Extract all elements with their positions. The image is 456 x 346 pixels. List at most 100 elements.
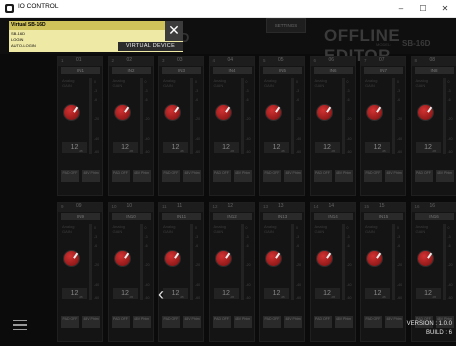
pad-button[interactable]: PAD OFF (364, 316, 382, 328)
maximize-button[interactable]: ☐ (412, 0, 434, 17)
gain-knob[interactable] (315, 104, 333, 121)
pad-button[interactable]: PAD OFF (162, 316, 180, 328)
analog-gain-label: Analog GAIN (415, 78, 428, 88)
gain-knob[interactable] (113, 250, 131, 267)
input-name[interactable]: IN11 (162, 213, 201, 220)
meter-scale-label: -40 (195, 283, 201, 287)
input-name[interactable]: IN6 (313, 67, 353, 74)
channel-code: 03 (177, 57, 183, 63)
phantom-power-button[interactable]: 48V Phtm (82, 170, 100, 182)
gain-knob[interactable] (164, 104, 181, 121)
gain-value[interactable]: 12 (163, 288, 188, 299)
pad-button[interactable]: PAD OFF (61, 316, 79, 328)
gain-knob[interactable] (214, 104, 232, 121)
gain-value[interactable]: 12 (112, 142, 138, 153)
input-name[interactable]: IN10 (111, 213, 151, 220)
input-name[interactable]: IN12 (212, 213, 252, 220)
gain-knob[interactable] (113, 104, 131, 121)
meter-scale-label: -60 (144, 150, 150, 154)
phantom-power-button[interactable]: 48V Phtm (334, 170, 353, 182)
analog-gain-label: Analog GAIN (112, 78, 125, 88)
settings-button[interactable]: SETTINGS (266, 18, 306, 33)
gain-knob[interactable] (63, 250, 80, 267)
gain-value[interactable]: 12 (163, 142, 188, 153)
gain-knob[interactable] (265, 104, 282, 121)
gain-value[interactable]: 12 (62, 142, 87, 153)
gain-knob[interactable] (214, 250, 232, 267)
gain-value[interactable]: 12 (62, 288, 87, 299)
input-name[interactable]: IN4 (212, 67, 252, 74)
phantom-power-button[interactable]: 48V Phtm (132, 170, 151, 182)
phantom-power-button[interactable]: 48V Phtm (82, 316, 100, 328)
input-name[interactable]: IN2 (111, 67, 151, 74)
input-name[interactable]: IN13 (263, 213, 302, 220)
input-name[interactable]: IN7 (364, 67, 403, 74)
gain-knob[interactable] (366, 250, 383, 267)
pad-button[interactable]: PAD OFF (61, 170, 79, 182)
channel-strip: 6 06 IN6 Analog GAIN 0 -3 -6 -20 -40 -60 12 dB PAD OF… (309, 56, 356, 196)
phantom-power-button[interactable]: 48V Phtm (435, 170, 454, 182)
gain-value[interactable]: 12 (112, 288, 138, 299)
pad-button[interactable]: PAD OFF (263, 316, 281, 328)
phantom-power-button[interactable]: 48V Phtm (233, 316, 252, 328)
gain-value[interactable]: 12 (264, 142, 289, 153)
gain-value[interactable]: 12 (415, 288, 441, 299)
pad-button[interactable]: PAD OFF (313, 316, 332, 328)
gain-value[interactable]: 12 (415, 142, 441, 153)
menu-icon[interactable] (13, 320, 27, 331)
phantom-power-button[interactable]: 48V Phtm (183, 316, 201, 328)
channel-code: 07 (379, 57, 385, 63)
chevron-left-icon[interactable]: ‹ (158, 284, 164, 305)
phantom-power-button[interactable]: 48V Phtm (233, 170, 252, 182)
pad-button[interactable]: PAD OFF (212, 316, 231, 328)
meter-scale-label: -60 (94, 150, 100, 154)
device-name[interactable]: Virtual SB-16D (9, 21, 165, 30)
close-window-button[interactable]: ✕ (434, 0, 456, 17)
gain-knob[interactable] (63, 104, 80, 121)
pad-button[interactable]: PAD OFF (263, 170, 281, 182)
virtual-device-button[interactable]: VIRTUAL DEVICE (118, 42, 183, 51)
phantom-power-button[interactable]: 48V Phtm (132, 316, 151, 328)
pad-button[interactable]: PAD OFF (212, 170, 231, 182)
phantom-power-button[interactable]: 48V Phtm (284, 316, 302, 328)
phantom-power-button[interactable]: 48V Phtm (385, 316, 403, 328)
input-name[interactable]: IN8 (414, 67, 454, 74)
gain-knob[interactable] (164, 250, 181, 267)
phantom-power-button[interactable]: 48V Phtm (183, 170, 201, 182)
pad-button[interactable]: PAD OFF (111, 170, 130, 182)
gain-value[interactable]: 12 (213, 288, 239, 299)
gain-value[interactable]: 12 (365, 142, 390, 153)
input-name[interactable]: IN14 (313, 213, 353, 220)
input-name[interactable]: IN5 (263, 67, 302, 74)
pad-button[interactable]: PAD OFF (162, 170, 180, 182)
gain-knob[interactable] (366, 104, 383, 121)
pad-button[interactable]: PAD OFF (364, 170, 382, 182)
pad-button[interactable]: PAD OFF (313, 170, 332, 182)
gain-knob[interactable] (315, 250, 333, 267)
input-name[interactable]: IN16 (414, 213, 454, 220)
input-name[interactable]: IN3 (162, 67, 201, 74)
minimize-button[interactable]: – (390, 0, 412, 17)
level-meter (341, 78, 345, 154)
phantom-power-button[interactable]: 48V Phtm (284, 170, 302, 182)
meter-scale-label: -6 (447, 98, 451, 102)
phantom-power-button[interactable]: 48V Phtm (334, 316, 353, 328)
input-name[interactable]: IN9 (61, 213, 100, 220)
gain-value[interactable]: 12 (314, 142, 340, 153)
gain-knob[interactable] (416, 104, 434, 121)
gain-knob[interactable] (416, 250, 434, 267)
close-icon[interactable]: ✕ (165, 21, 183, 41)
input-name[interactable]: IN15 (364, 213, 403, 220)
channel-strip: 10 10 IN10 Analog GAIN 0 -3 -6 -20 -40 -60 12 dB PAD … (107, 202, 154, 342)
channel-strip: 4 04 IN4 Analog GAIN 0 -3 -6 -20 -40 -60 12 dB PAD OF… (208, 56, 255, 196)
gain-value[interactable]: 12 (314, 288, 340, 299)
gain-unit: dB (230, 149, 235, 153)
phantom-power-button[interactable]: 48V Phtm (385, 170, 403, 182)
gain-value[interactable]: 12 (264, 288, 289, 299)
pad-button[interactable]: PAD OFF (111, 316, 130, 328)
gain-value[interactable]: 12 (213, 142, 239, 153)
gain-knob[interactable] (265, 250, 282, 267)
pad-button[interactable]: PAD OFF (414, 170, 433, 182)
gain-value[interactable]: 12 (365, 288, 390, 299)
input-name[interactable]: IN1 (61, 67, 100, 74)
